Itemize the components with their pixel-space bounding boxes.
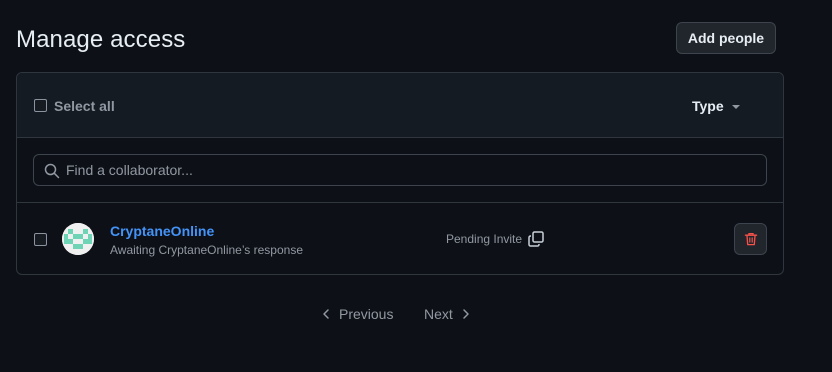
search-section — [17, 138, 783, 203]
access-list-box: Select all Type Find a collaborator... C… — [16, 72, 784, 275]
previous-page-button[interactable]: Previous — [322, 306, 393, 322]
list-header: Select all Type — [17, 73, 783, 138]
add-people-button[interactable]: Add people — [676, 22, 776, 54]
type-filter-dropdown[interactable]: Type — [692, 98, 740, 114]
next-page-button[interactable]: Next — [424, 306, 470, 322]
search-input[interactable] — [66, 155, 756, 185]
member-status-subtitle: Awaiting CryptaneOnline’s response — [110, 243, 304, 257]
next-label: Next — [424, 306, 453, 322]
previous-label: Previous — [339, 306, 394, 322]
chevron-left-icon — [323, 309, 329, 319]
copy-icon[interactable] — [527, 230, 545, 248]
remove-member-button[interactable] — [734, 223, 767, 255]
pending-invite-label: Pending Invite — [446, 232, 523, 246]
search-box — [33, 154, 767, 186]
select-all-label: Select all — [54, 98, 115, 114]
member-name-link[interactable]: CryptaneOnline — [110, 223, 214, 239]
page-title: Manage access — [16, 26, 186, 53]
search-icon — [44, 163, 60, 179]
chevron-right-icon — [463, 309, 469, 319]
identicon-icon — [62, 223, 94, 255]
trash-icon — [744, 232, 757, 246]
select-all-checkbox[interactable] — [34, 99, 47, 112]
type-filter-label: Type — [692, 98, 724, 114]
avatar — [62, 223, 94, 255]
member-checkbox[interactable] — [34, 233, 47, 246]
member-row: CryptaneOnline Awaiting CryptaneOnline’s… — [17, 203, 783, 274]
pagination: Previous Next — [0, 306, 832, 326]
chevron-down-icon — [731, 104, 740, 109]
